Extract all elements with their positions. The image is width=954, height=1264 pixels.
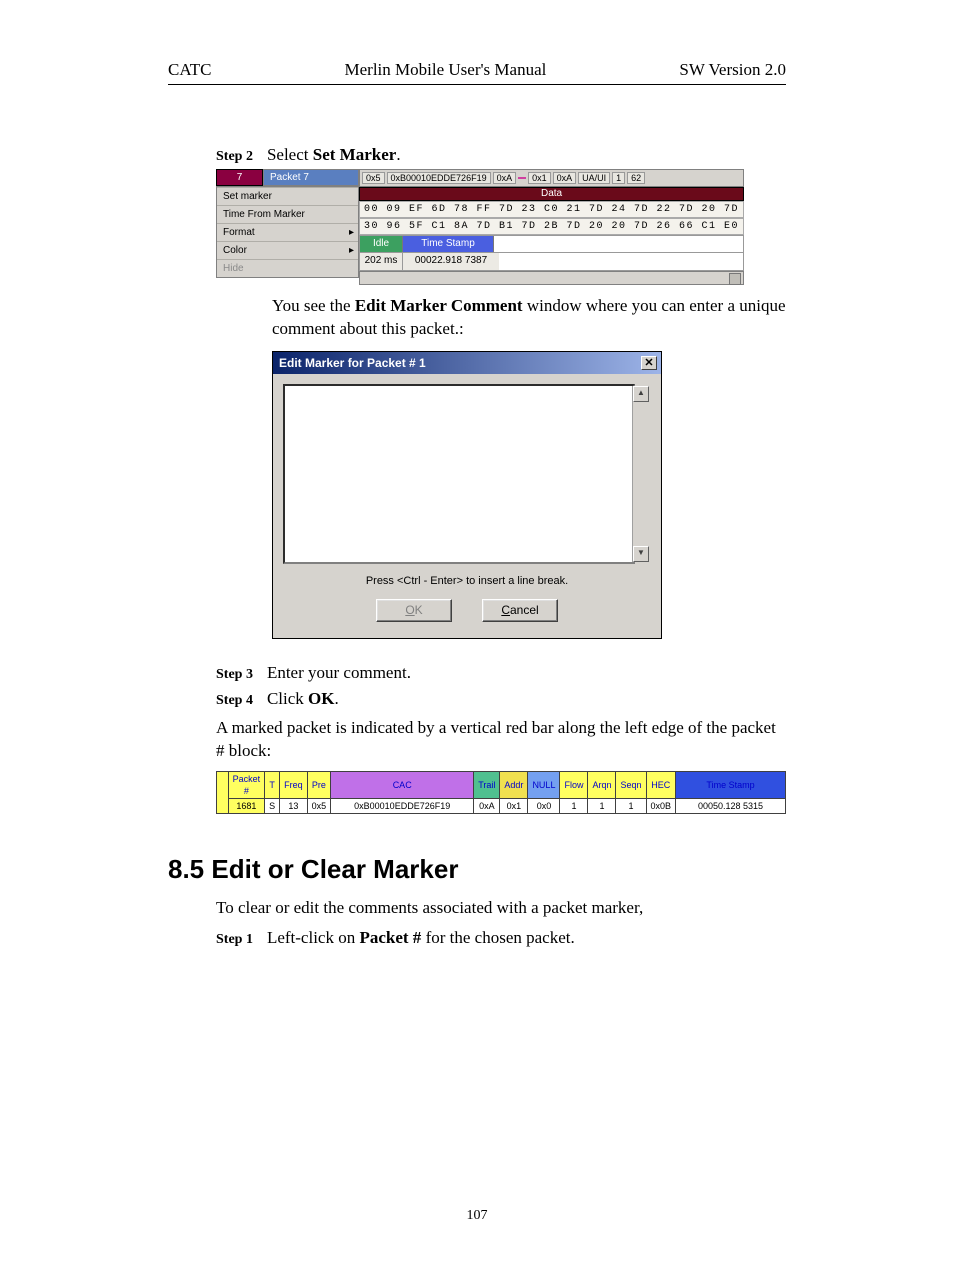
step-3: Step 3 Enter your comment.	[216, 663, 786, 683]
scroll-down-icon[interactable]: ▼	[633, 546, 649, 562]
paragraph-marked-packet: A marked packet is indicated by a vertic…	[216, 717, 786, 763]
horizontal-scrollbar[interactable]	[359, 271, 744, 285]
marker-red-bar	[217, 771, 229, 813]
field-chip-highlight	[518, 177, 526, 179]
col-null: NULL	[528, 771, 560, 798]
menu-item-time-from-marker[interactable]: Time From Marker	[217, 205, 358, 223]
col-timestamp: Time Stamp	[676, 771, 786, 798]
ok-button[interactable]: OK	[376, 599, 452, 622]
menu-item-format[interactable]: Format▸	[217, 223, 358, 241]
dialog-titlebar[interactable]: Edit Marker for Packet # 1 ✕	[273, 352, 661, 374]
vertical-scrollbar[interactable]: ▲ ▼	[632, 386, 649, 562]
col-cac: CAC	[331, 771, 474, 798]
menu-item-set-marker[interactable]: Set marker	[217, 187, 358, 205]
marker-comment-textarea[interactable]	[283, 384, 635, 564]
col-addr: Addr	[500, 771, 528, 798]
field-chip: 0x5	[362, 172, 385, 184]
menu-item-color[interactable]: Color▸	[217, 241, 358, 259]
screenshot-marked-packet-row: Packet # T Freq Pre CAC Trail Addr NULL …	[216, 771, 786, 814]
step-3-label: Step 3	[216, 667, 253, 683]
hex-row-1: 00 09 EF 6D 78 FF 7D 23 C0 21 7D 24 7D 2…	[359, 201, 744, 218]
col-freq: Freq	[280, 771, 308, 798]
step-4-label: Step 4	[216, 693, 253, 709]
dialog-hint-text: Press <Ctrl - Enter> to insert a line br…	[283, 575, 651, 587]
step-2: Step 2 Select Set Marker.	[216, 145, 786, 165]
header-left: CATC	[168, 60, 211, 80]
col-hec: HEC	[646, 771, 676, 798]
packet-field-bar: 0x5 0xB00010EDDE726F19 0xA 0x1 0xA UA/UI…	[359, 169, 744, 187]
step-1-text: Left-click on Packet # for the chosen pa…	[267, 928, 575, 948]
timestamp-values: 202 ms 00022.918 7387	[359, 253, 744, 271]
step-2-label: Step 2	[216, 149, 253, 165]
packet-index-badge: 7	[216, 169, 263, 186]
section-8-5-intro: To clear or edit the comments associated…	[216, 897, 786, 920]
col-trail: Trail	[474, 771, 500, 798]
context-menu-title: Packet 7	[264, 170, 358, 185]
field-chip: UA/UI	[578, 172, 610, 184]
cell-flow: 1	[560, 798, 588, 813]
field-chip: 1	[612, 172, 625, 184]
field-chip: 62	[627, 172, 645, 184]
cell-seqn: 1	[616, 798, 646, 813]
cell-cac: 0xB00010EDDE726F19	[331, 798, 474, 813]
section-8-5-step-1: Step 1 Left-click on Packet # for the ch…	[216, 928, 786, 948]
screenshot-context-menu: 7 Packet 7 Set marker Time From Marker F…	[216, 169, 736, 285]
col-packet-num: Packet #	[228, 771, 265, 798]
page-header: CATC Merlin Mobile User's Manual SW Vers…	[168, 60, 786, 85]
header-center: Merlin Mobile User's Manual	[345, 60, 547, 80]
col-t: T	[265, 771, 280, 798]
field-chip: 0xA	[493, 172, 517, 184]
col-flow: Flow	[560, 771, 588, 798]
step-4: Step 4 Click OK.	[216, 689, 786, 709]
edit-marker-dialog: Edit Marker for Packet # 1 ✕ ▲ ▼ Press <…	[272, 351, 662, 639]
cell-null: 0x0	[528, 798, 560, 813]
cell-packet-num: 1681	[228, 798, 265, 813]
col-arqn: Arqn	[588, 771, 616, 798]
timestamp-bar: Idle Time Stamp	[359, 235, 744, 253]
step-3-text: Enter your comment.	[267, 663, 411, 683]
step-4-text: Click OK.	[267, 689, 339, 709]
cell-hec: 0x0B	[646, 798, 676, 813]
paragraph-edit-marker-intro: You see the Edit Marker Comment window w…	[272, 295, 786, 341]
cell-pre: 0x5	[307, 798, 331, 813]
timestamp-value: 00022.918 7387	[403, 253, 499, 270]
submenu-arrow-icon: ▸	[349, 227, 354, 238]
header-right: SW Version 2.0	[679, 60, 786, 80]
field-chip: 0x1	[528, 172, 551, 184]
context-menu[interactable]: Packet 7	[263, 169, 359, 186]
step-1-label: Step 1	[216, 932, 253, 948]
hex-row-2: 30 96 5F C1 8A 7D B1 7D 2B 7D 20 20 7D 2…	[359, 218, 744, 235]
close-button[interactable]: ✕	[641, 356, 657, 370]
dialog-title: Edit Marker for Packet # 1	[279, 356, 426, 370]
field-chip: 0xB00010EDDE726F19	[387, 172, 491, 184]
context-menu-body: Set marker Time From Marker Format▸ Colo…	[216, 186, 359, 278]
packet-data-row: 1681 S 13 0x5 0xB00010EDDE726F19 0xA 0x1…	[217, 798, 786, 813]
cell-timestamp: 00050.128 5315	[676, 798, 786, 813]
submenu-arrow-icon: ▸	[349, 245, 354, 256]
page-number: 107	[168, 1208, 786, 1224]
cancel-button[interactable]: Cancel	[482, 599, 558, 622]
cell-trail: 0xA	[474, 798, 500, 813]
field-chip: 0xA	[553, 172, 577, 184]
col-seqn: Seqn	[616, 771, 646, 798]
section-8-5-heading: 8.5 Edit or Clear Marker	[168, 854, 786, 885]
timestamp-label: Time Stamp	[403, 236, 494, 252]
idle-value: 202 ms	[360, 253, 403, 270]
scroll-up-icon[interactable]: ▲	[633, 386, 649, 402]
cell-arqn: 1	[588, 798, 616, 813]
step-2-text: Select Set Marker.	[267, 145, 401, 165]
menu-item-hide[interactable]: Hide	[217, 259, 358, 277]
data-header: Data	[359, 187, 744, 201]
cell-t: S	[265, 798, 280, 813]
cell-addr: 0x1	[500, 798, 528, 813]
idle-label: Idle	[360, 236, 403, 252]
cell-freq: 13	[280, 798, 308, 813]
packet-header-row: Packet # T Freq Pre CAC Trail Addr NULL …	[217, 771, 786, 798]
col-pre: Pre	[307, 771, 331, 798]
